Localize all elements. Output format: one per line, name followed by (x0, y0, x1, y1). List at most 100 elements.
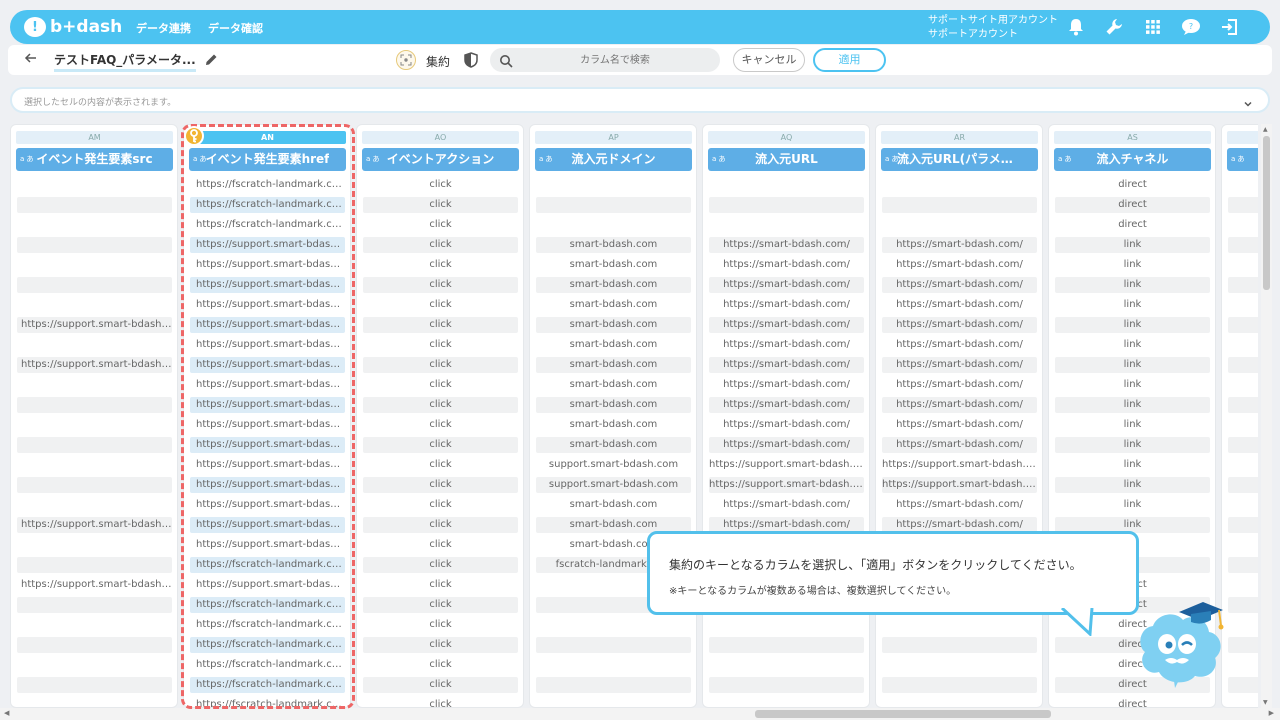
account-info[interactable]: サポートサイト用アカウント サポートアカウント (928, 14, 1058, 42)
table-cell[interactable] (1228, 217, 1258, 233)
table-cell[interactable]: link (1055, 237, 1210, 253)
table-cell[interactable]: smart-bdash.com (536, 417, 691, 433)
column-letter[interactable]: AP (535, 131, 692, 144)
table-cell[interactable]: link (1055, 497, 1210, 513)
table-cell[interactable] (1228, 577, 1258, 593)
table-cell[interactable]: smart-bdash.com (536, 317, 691, 333)
table-cell[interactable] (882, 637, 1037, 653)
table-cell[interactable]: https://support.smart-bdash.com/ (709, 457, 864, 473)
table-cell[interactable]: https://smart-bdash.com/ (709, 397, 864, 413)
table-cell[interactable]: direct (1055, 697, 1210, 707)
table-cell[interactable]: https://smart-bdash.com/ (709, 377, 864, 393)
table-cell[interactable]: https://smart-bdash.com/ (709, 297, 864, 313)
table-cell[interactable]: click (363, 217, 518, 233)
table-cell[interactable] (17, 217, 172, 233)
table-cell[interactable] (17, 197, 172, 213)
table-cell[interactable] (1228, 297, 1258, 313)
table-cell[interactable] (17, 417, 172, 433)
table-cell[interactable]: link (1055, 257, 1210, 273)
table-cell[interactable] (1228, 617, 1258, 633)
table-cell[interactable] (1228, 457, 1258, 473)
column-letter[interactable]: AS (1054, 131, 1211, 144)
table-cell[interactable]: https://support.smart-bdash.com/ (17, 317, 172, 333)
column-header[interactable]: a あ 流入チャネル (1054, 148, 1211, 171)
table-cell[interactable]: direct (1055, 217, 1210, 233)
table-cell[interactable]: click (363, 637, 518, 653)
table-cell[interactable] (1228, 637, 1258, 653)
table-cell[interactable] (1228, 517, 1258, 533)
table-cell[interactable]: https://smart-bdash.com/ (882, 257, 1037, 273)
column-am[interactable]: AM a あイベント発生要素src https://support.smart-bd… (10, 124, 178, 708)
table-cell[interactable]: link (1055, 457, 1210, 473)
table-cell[interactable]: smart-bdash.com (536, 337, 691, 353)
table-cell[interactable]: https://support.smart-bdash.com/ (17, 357, 172, 373)
table-cell[interactable]: click (363, 237, 518, 253)
table-cell[interactable] (536, 177, 691, 193)
column-aq[interactable]: AQ a あ 流入元URL https://smart-bdash.com/https… (702, 124, 870, 708)
logo[interactable]: ! b+dash (24, 15, 122, 39)
table-cell[interactable]: link (1055, 337, 1210, 353)
bell-icon[interactable] (1065, 17, 1087, 37)
table-cell[interactable]: click (363, 257, 518, 273)
table-cell[interactable] (17, 637, 172, 653)
table-cell[interactable] (709, 697, 864, 707)
table-cell[interactable] (536, 657, 691, 673)
table-cell[interactable]: link (1055, 317, 1210, 333)
table-cell[interactable] (1228, 657, 1258, 673)
column-header[interactable]: a あ 流入元URL (708, 148, 865, 171)
table-cell[interactable] (882, 217, 1037, 233)
table-cell[interactable] (17, 537, 172, 553)
table-cell[interactable] (1228, 537, 1258, 553)
table-cell[interactable]: https://smart-bdash.com/ (709, 357, 864, 373)
table-cell[interactable]: link (1055, 437, 1210, 453)
table-cell[interactable] (17, 397, 172, 413)
column-ap[interactable]: AP a あ 流入元ドメイン smart-bdash.com smart-bdash.c… (529, 124, 697, 708)
table-cell[interactable]: direct (1055, 197, 1210, 213)
column-letter[interactable]: AT (1227, 131, 1258, 144)
back-arrow-icon[interactable] (24, 51, 40, 69)
table-cell[interactable] (1228, 277, 1258, 293)
table-cell[interactable]: https://smart-bdash.com/ (709, 337, 864, 353)
table-cell[interactable]: link (1055, 277, 1210, 293)
table-cell[interactable] (17, 377, 172, 393)
cell-preview[interactable]: 選択したセルの内容が表示されます。 (10, 87, 1270, 113)
table-cell[interactable] (1228, 337, 1258, 353)
table-cell[interactable] (882, 697, 1037, 707)
table-cell[interactable] (17, 557, 172, 573)
table-cell[interactable] (882, 657, 1037, 673)
table-cell[interactable]: https://smart-bdash.com/ (882, 497, 1037, 513)
table-cell[interactable]: https://smart-bdash.com/ (709, 257, 864, 273)
table-cell[interactable]: link (1055, 417, 1210, 433)
table-cell[interactable]: smart-bdash.com (536, 397, 691, 413)
scroll-right-icon[interactable]: ▶ (1269, 709, 1274, 717)
table-cell[interactable]: smart-bdash.com (536, 237, 691, 253)
table-cell[interactable]: click (363, 557, 518, 573)
horizontal-scroll-thumb[interactable] (755, 710, 1051, 718)
grid-icon[interactable] (1142, 17, 1164, 37)
table-cell[interactable]: https://smart-bdash.com/ (882, 297, 1037, 313)
key-icon[interactable] (184, 126, 204, 146)
table-cell[interactable] (1228, 557, 1258, 573)
column-letter[interactable]: AO (362, 131, 519, 144)
table-cell[interactable]: smart-bdash.com (536, 277, 691, 293)
table-cell[interactable]: click (363, 177, 518, 193)
table-cell[interactable]: link (1055, 477, 1210, 493)
table-cell[interactable]: click (363, 377, 518, 393)
table-cell[interactable]: click (363, 497, 518, 513)
table-cell[interactable] (1228, 697, 1258, 707)
table-cell[interactable]: https://smart-bdash.com/ (882, 377, 1037, 393)
logout-icon[interactable] (1219, 17, 1241, 37)
table-cell[interactable]: link (1055, 397, 1210, 413)
table-cell[interactable]: click (363, 277, 518, 293)
table-cell[interactable] (17, 437, 172, 453)
wrench-icon[interactable] (1103, 17, 1125, 37)
table-cell[interactable]: link (1055, 377, 1210, 393)
table-cell[interactable]: https://support.smart-bdash.com/ (709, 477, 864, 493)
table-cell[interactable]: smart-bdash.com (536, 437, 691, 453)
table-cell[interactable]: https://support.smart-bdash.com/ (17, 577, 172, 593)
scroll-left-icon[interactable]: ◀ (4, 709, 9, 717)
table-cell[interactable] (536, 617, 691, 633)
table-cell[interactable] (1228, 397, 1258, 413)
aggregate-icon[interactable] (396, 50, 416, 70)
table-cell[interactable] (536, 677, 691, 693)
